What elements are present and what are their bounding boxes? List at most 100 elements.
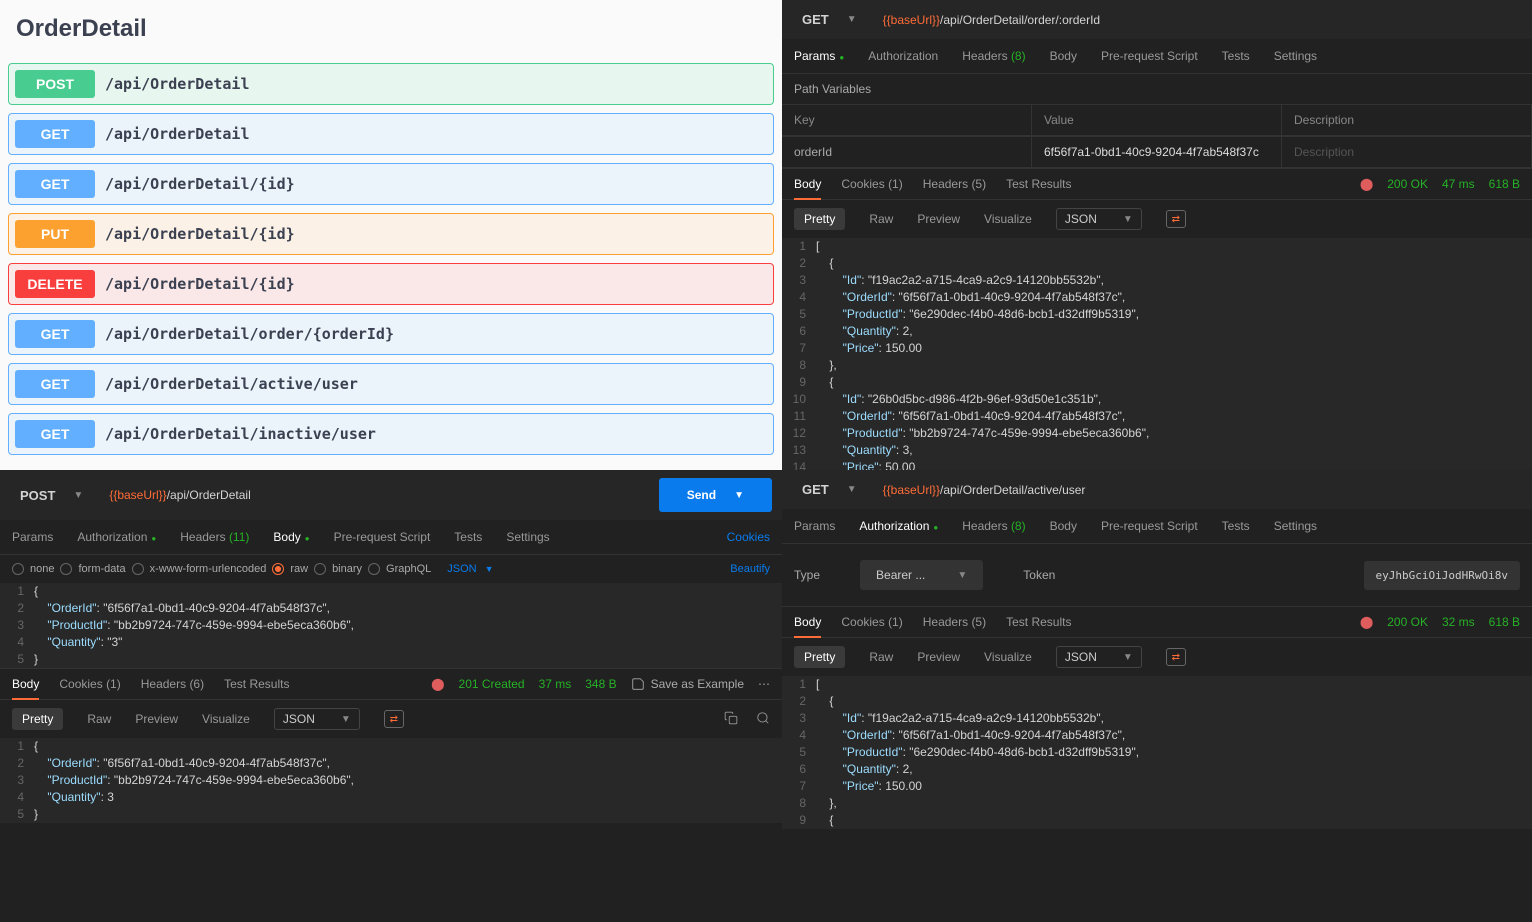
endpoint-get[interactable]: GET/api/OrderDetail/order/{orderId} bbox=[8, 313, 774, 355]
tab-authorization[interactable]: Authorization bbox=[859, 519, 938, 533]
response-tab-body[interactable]: Body bbox=[794, 615, 821, 629]
beautify-button[interactable]: Beautify bbox=[730, 563, 770, 575]
method-selector[interactable]: GET▼ bbox=[792, 478, 867, 501]
tab-prerequest[interactable]: Pre-request Script bbox=[1101, 519, 1198, 533]
endpoint-get[interactable]: GET/api/OrderDetail bbox=[8, 113, 774, 155]
view-preview[interactable]: Preview bbox=[917, 650, 960, 664]
url-field[interactable]: {{baseUrl}}/api/OrderDetail/order/:order… bbox=[883, 13, 1100, 27]
radio-form-data[interactable]: form-data bbox=[60, 563, 125, 575]
response-tab-tests[interactable]: Test Results bbox=[224, 677, 289, 691]
token-input[interactable]: eyJhbGciOiJodHRwOi8v bbox=[1364, 561, 1520, 590]
view-preview[interactable]: Preview bbox=[135, 712, 178, 726]
method-badge: GET bbox=[15, 120, 95, 148]
view-preview[interactable]: Preview bbox=[917, 212, 960, 226]
wrap-icon[interactable]: ⇄ bbox=[1166, 648, 1186, 666]
tab-params[interactable]: Params bbox=[794, 519, 835, 533]
response-body[interactable]: 1[2 {3 "Id": "f19ac2a2-a715-4ca9-a2c9-14… bbox=[782, 238, 1532, 470]
copy-icon[interactable] bbox=[724, 711, 738, 728]
view-pretty[interactable]: Pretty bbox=[794, 208, 845, 230]
tab-headers[interactable]: Headers (8) bbox=[962, 519, 1025, 533]
view-visualize[interactable]: Visualize bbox=[984, 212, 1032, 226]
view-raw[interactable]: Raw bbox=[869, 650, 893, 664]
tab-body[interactable]: Body bbox=[273, 530, 309, 544]
endpoint-get[interactable]: GET/api/OrderDetail/active/user bbox=[8, 363, 774, 405]
method-badge: POST bbox=[15, 70, 95, 98]
tab-authorization[interactable]: Authorization bbox=[868, 49, 938, 63]
url-field[interactable]: {{baseUrl}}/api/OrderDetail/active/user bbox=[883, 483, 1086, 497]
wrap-icon[interactable]: ⇄ bbox=[1166, 210, 1186, 228]
method-selector[interactable]: GET▼ bbox=[792, 8, 867, 31]
endpoint-path: /api/OrderDetail bbox=[105, 75, 250, 93]
response-tab-cookies[interactable]: Cookies (1) bbox=[841, 615, 902, 629]
chevron-down-icon: ▼ bbox=[847, 484, 857, 495]
tab-tests[interactable]: Tests bbox=[1222, 519, 1250, 533]
method-badge: GET bbox=[15, 370, 95, 398]
endpoint-get[interactable]: GET/api/OrderDetail/inactive/user bbox=[8, 413, 774, 455]
response-body[interactable]: 1{2 "OrderId": "6f56f7a1-0bd1-40c9-9204-… bbox=[0, 738, 782, 823]
save-as-example-button[interactable]: Save as Example bbox=[631, 677, 744, 691]
view-pretty[interactable]: Pretty bbox=[794, 646, 845, 668]
response-tab-cookies[interactable]: Cookies (1) bbox=[59, 677, 120, 691]
tab-authorization[interactable]: Authorization bbox=[77, 530, 156, 544]
response-tab-body[interactable]: Body bbox=[12, 677, 39, 691]
view-visualize[interactable]: Visualize bbox=[202, 712, 250, 726]
chevron-down-icon: ▼ bbox=[847, 14, 857, 25]
response-size: 348 B bbox=[585, 677, 616, 691]
tab-headers[interactable]: Headers (11) bbox=[180, 530, 249, 544]
response-tab-tests[interactable]: Test Results bbox=[1006, 177, 1071, 191]
tab-params[interactable]: Params bbox=[12, 530, 53, 544]
globe-icon: ⬤ bbox=[1360, 177, 1373, 191]
tab-settings[interactable]: Settings bbox=[1274, 49, 1317, 63]
url-field[interactable]: {{baseUrl}}/api/OrderDetail bbox=[109, 488, 250, 502]
method-selector[interactable]: POST▼ bbox=[10, 484, 93, 507]
body-format-selector[interactable]: JSON▼ bbox=[447, 563, 493, 575]
send-button[interactable]: Send▼ bbox=[659, 478, 772, 512]
tab-settings[interactable]: Settings bbox=[506, 530, 549, 544]
response-tab-headers[interactable]: Headers (5) bbox=[923, 177, 986, 191]
status-code: 201 Created bbox=[459, 677, 525, 691]
search-icon[interactable] bbox=[756, 711, 770, 728]
radio-raw[interactable]: raw bbox=[272, 563, 308, 575]
radio-none[interactable]: none bbox=[12, 563, 54, 575]
tab-body[interactable]: Body bbox=[1050, 519, 1077, 533]
response-tab-cookies[interactable]: Cookies (1) bbox=[841, 177, 902, 191]
tab-tests[interactable]: Tests bbox=[454, 530, 482, 544]
response-tab-headers[interactable]: Headers (5) bbox=[923, 615, 986, 629]
method-badge: GET bbox=[15, 320, 95, 348]
response-tab-headers[interactable]: Headers (6) bbox=[141, 677, 204, 691]
more-icon[interactable]: ⋯ bbox=[758, 677, 770, 691]
tab-settings[interactable]: Settings bbox=[1274, 519, 1317, 533]
format-selector[interactable]: JSON▼ bbox=[1056, 208, 1142, 230]
view-raw[interactable]: Raw bbox=[869, 212, 893, 226]
method-badge: DELETE bbox=[15, 270, 95, 298]
view-pretty[interactable]: Pretty bbox=[12, 708, 63, 730]
cookies-link[interactable]: Cookies bbox=[727, 530, 770, 544]
tab-body[interactable]: Body bbox=[1050, 49, 1077, 63]
postman-panel-get-order: GET▼ {{baseUrl}}/api/OrderDetail/order/:… bbox=[782, 0, 1532, 470]
path-var-row[interactable]: orderId6f56f7a1-0bd1-40c9-9204-4f7ab548f… bbox=[782, 136, 1532, 168]
chevron-down-icon: ▼ bbox=[73, 490, 83, 501]
tab-params[interactable]: Params bbox=[794, 49, 844, 63]
format-selector[interactable]: JSON▼ bbox=[274, 708, 360, 730]
auth-type-selector[interactable]: Bearer ...▼ bbox=[860, 560, 983, 590]
tab-prerequest[interactable]: Pre-request Script bbox=[1101, 49, 1198, 63]
response-tab-body[interactable]: Body bbox=[794, 177, 821, 191]
view-visualize[interactable]: Visualize bbox=[984, 650, 1032, 664]
radio-xwww[interactable]: x-www-form-urlencoded bbox=[132, 563, 267, 575]
radio-graphql[interactable]: GraphQL bbox=[368, 563, 431, 575]
endpoint-delete[interactable]: DELETE/api/OrderDetail/{id} bbox=[8, 263, 774, 305]
endpoint-get[interactable]: GET/api/OrderDetail/{id} bbox=[8, 163, 774, 205]
endpoint-put[interactable]: PUT/api/OrderDetail/{id} bbox=[8, 213, 774, 255]
radio-binary[interactable]: binary bbox=[314, 563, 362, 575]
response-tab-tests[interactable]: Test Results bbox=[1006, 615, 1071, 629]
tab-tests[interactable]: Tests bbox=[1222, 49, 1250, 63]
endpoint-path: /api/OrderDetail/{id} bbox=[105, 225, 295, 243]
wrap-icon[interactable]: ⇄ bbox=[384, 710, 404, 728]
view-raw[interactable]: Raw bbox=[87, 712, 111, 726]
tab-headers[interactable]: Headers (8) bbox=[962, 49, 1025, 63]
format-selector[interactable]: JSON▼ bbox=[1056, 646, 1142, 668]
tab-prerequest[interactable]: Pre-request Script bbox=[334, 530, 431, 544]
endpoint-post[interactable]: POST/api/OrderDetail bbox=[8, 63, 774, 105]
request-body-editor[interactable]: 1{2 "OrderId": "6f56f7a1-0bd1-40c9-9204-… bbox=[0, 583, 782, 668]
response-body[interactable]: 1[2 {3 "Id": "f19ac2a2-a715-4ca9-a2c9-14… bbox=[782, 676, 1532, 829]
